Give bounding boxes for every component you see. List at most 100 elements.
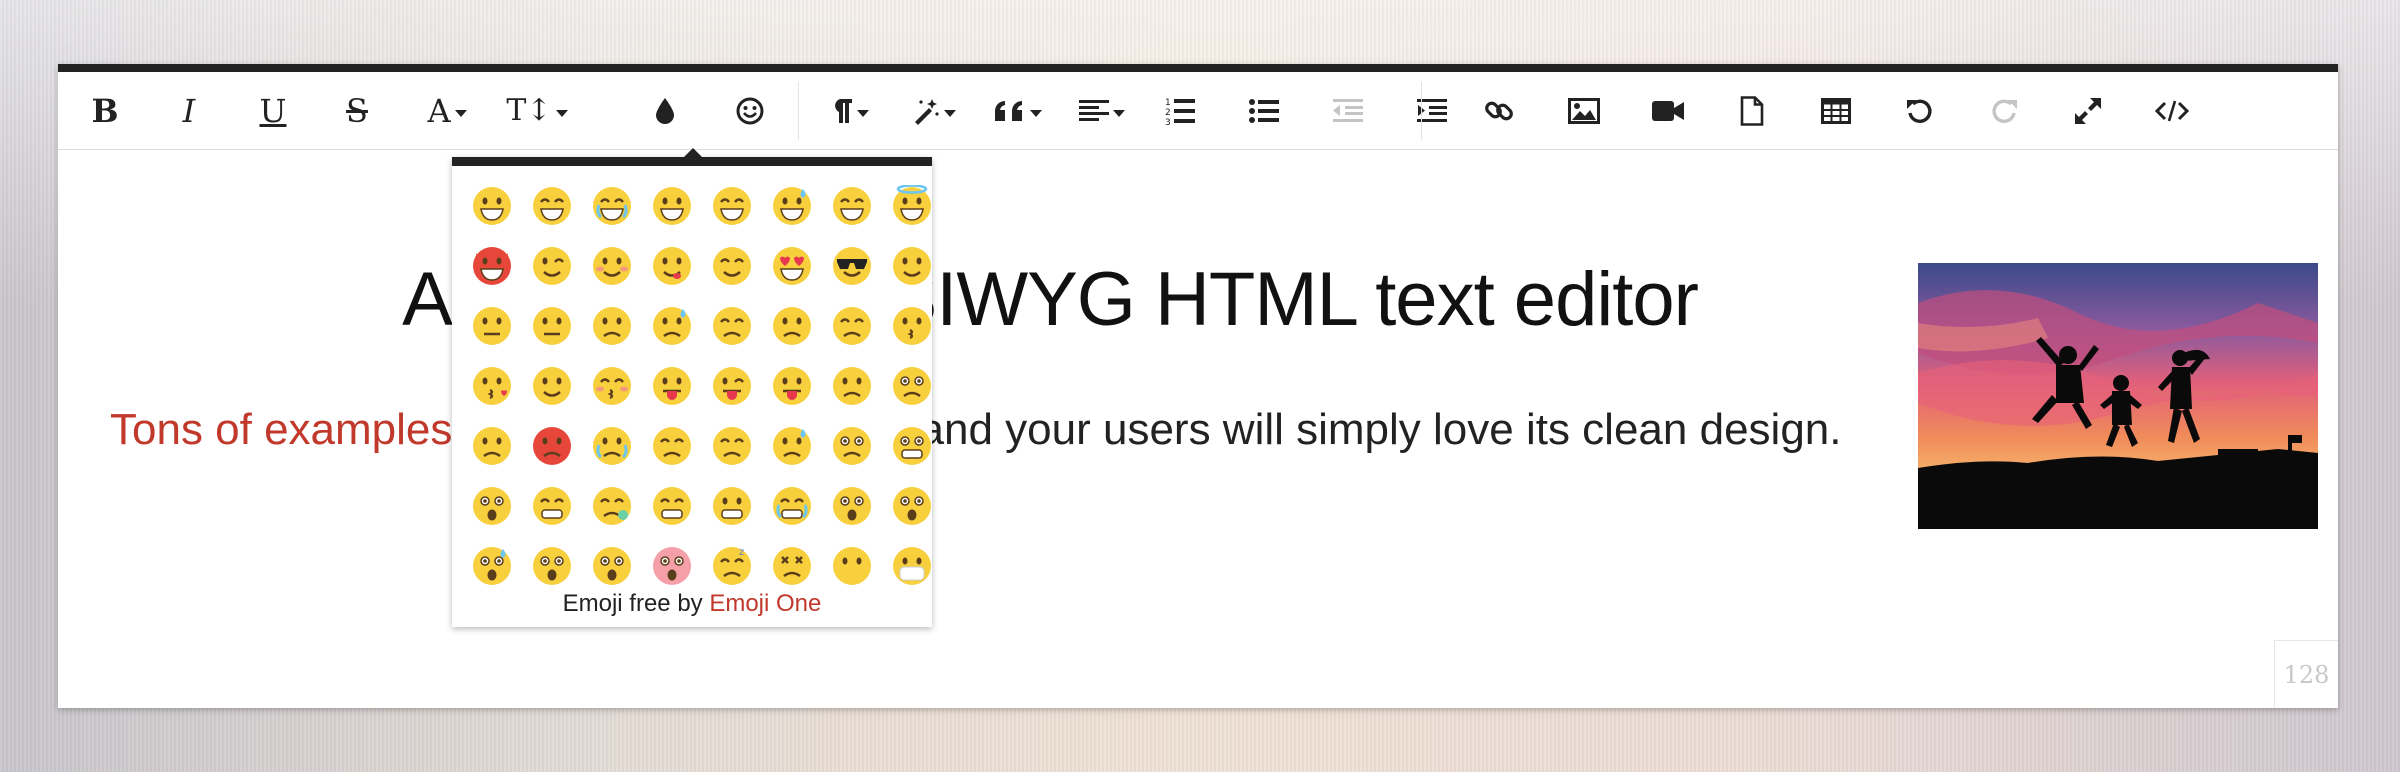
paragraph-style-button[interactable] xyxy=(898,84,970,138)
emoji-rage[interactable] xyxy=(522,416,582,476)
emoji-wink[interactable] xyxy=(522,236,582,296)
fullscreen-button[interactable] xyxy=(2056,84,2120,138)
paragraph-format-button[interactable] xyxy=(814,84,886,138)
redo-button[interactable] xyxy=(1972,84,2036,138)
emoji-grin[interactable] xyxy=(522,176,582,236)
emoji-smiling-imp[interactable] xyxy=(462,236,522,296)
editor-content-area[interactable]: A beautiful WYSIWYG HTML text editor Ton… xyxy=(58,150,2338,708)
emoji-angry[interactable] xyxy=(462,416,522,476)
anguished-icon xyxy=(893,427,931,465)
kissing-smiling-eyes-icon xyxy=(533,367,571,405)
emoji-blush[interactable] xyxy=(582,236,642,296)
character-counter: 128 xyxy=(2274,640,2338,708)
emoji-weary[interactable] xyxy=(522,476,582,536)
svg-text:z: z xyxy=(739,547,744,558)
emoji-sleeping[interactable]: z xyxy=(702,536,762,596)
font-family-button[interactable]: A xyxy=(411,84,483,138)
grin-icon xyxy=(533,187,571,225)
emoji-innocent[interactable] xyxy=(882,176,942,236)
mask-icon xyxy=(893,547,931,585)
strikethrough-button[interactable]: S xyxy=(325,84,389,138)
emoji-neutral-face[interactable] xyxy=(462,296,522,356)
emoji-stuck-out-tongue[interactable] xyxy=(642,356,702,416)
emoji-smiley[interactable] xyxy=(642,176,702,236)
emoji-triumph[interactable] xyxy=(702,416,762,476)
emoji-unamused[interactable] xyxy=(582,296,642,356)
emoji-yum[interactable] xyxy=(642,236,702,296)
color-button[interactable] xyxy=(633,84,697,138)
emoji-confounded[interactable] xyxy=(822,296,882,356)
emoji-astonished[interactable] xyxy=(582,536,642,596)
italic-button[interactable]: I xyxy=(157,84,221,138)
font-size-button[interactable]: T↕ xyxy=(496,84,578,138)
emoji-sweat-smile[interactable] xyxy=(762,176,822,236)
emoji-frowning[interactable] xyxy=(822,416,882,476)
outdent-button[interactable] xyxy=(1316,84,1380,138)
sob-icon xyxy=(773,487,811,525)
emoji-sleepy[interactable] xyxy=(582,476,642,536)
insert-table-button[interactable] xyxy=(1804,84,1868,138)
emoji-kissing-smiling-eyes[interactable] xyxy=(522,356,582,416)
astonished-icon xyxy=(593,547,631,585)
examples-link[interactable]: Tons of examples xyxy=(110,405,452,454)
blush-icon xyxy=(593,247,631,285)
smile-icon xyxy=(713,187,751,225)
sunset-jumping-people-image[interactable] xyxy=(1918,263,2318,529)
underline-button[interactable]: U xyxy=(241,84,305,138)
emoticons-button[interactable] xyxy=(718,84,782,138)
emoji-expressionless[interactable] xyxy=(522,296,582,356)
emoji-tired-face[interactable] xyxy=(642,476,702,536)
ordered-list-button[interactable]: 1 2 3 xyxy=(1148,84,1212,138)
emoji-fearful[interactable] xyxy=(462,476,522,536)
flushed-icon xyxy=(653,547,691,585)
emoji-flushed[interactable] xyxy=(642,536,702,596)
emoji-kissing-heart[interactable] xyxy=(462,356,522,416)
emoji-kissing[interactable] xyxy=(882,296,942,356)
emoji-cry[interactable] xyxy=(582,416,642,476)
emoji-open-mouth[interactable] xyxy=(822,476,882,536)
emoji-heart-eyes[interactable] xyxy=(762,236,822,296)
emoji-sunglasses[interactable] xyxy=(822,236,882,296)
emoji-smirk[interactable] xyxy=(882,236,942,296)
emoji-kissing-closed-eyes[interactable] xyxy=(582,356,642,416)
emoji-smile[interactable] xyxy=(702,176,762,236)
bold-button[interactable]: B xyxy=(73,84,137,138)
laughing-icon xyxy=(833,187,871,225)
emoji-grimacing[interactable] xyxy=(702,476,762,536)
smiling-imp-icon xyxy=(473,247,511,285)
insert-image-button[interactable] xyxy=(1552,84,1616,138)
emoji-anguished[interactable] xyxy=(882,416,942,476)
tired-face-icon xyxy=(653,487,691,525)
emoji-stuck-out-tongue-closed-eyes[interactable] xyxy=(762,356,822,416)
emoji-hushed[interactable] xyxy=(882,476,942,536)
emoji-disappointed[interactable] xyxy=(822,356,882,416)
insert-link-button[interactable] xyxy=(1467,84,1531,138)
emoji-mask[interactable] xyxy=(882,536,942,596)
indent-button[interactable] xyxy=(1400,84,1464,138)
emoji-confused[interactable] xyxy=(762,296,822,356)
emoji-cold-sweat[interactable] xyxy=(462,536,522,596)
emoji-persevere[interactable] xyxy=(642,416,702,476)
unordered-list-button[interactable] xyxy=(1232,84,1296,138)
emoji-sob[interactable] xyxy=(762,476,822,536)
emoji-joy[interactable] xyxy=(582,176,642,236)
emoji-scream[interactable] xyxy=(522,536,582,596)
emoji-one-link[interactable]: Emoji One xyxy=(709,590,821,617)
emoji-laughing[interactable] xyxy=(822,176,882,236)
emoji-no-mouth[interactable] xyxy=(822,536,882,596)
emoji-worried[interactable] xyxy=(882,356,942,416)
insert-file-button[interactable] xyxy=(1720,84,1784,138)
align-button[interactable] xyxy=(1066,84,1138,138)
quote-button[interactable] xyxy=(982,84,1054,138)
emoji-sweat[interactable] xyxy=(642,296,702,356)
emoji-stuck-out-tongue-winking-eye[interactable] xyxy=(702,356,762,416)
code-view-button[interactable] xyxy=(2140,84,2204,138)
emoji-grinning[interactable] xyxy=(462,176,522,236)
emoji-disappointed-relieved[interactable] xyxy=(762,416,822,476)
emoji-pensive[interactable] xyxy=(702,296,762,356)
emoji-relieved[interactable] xyxy=(702,236,762,296)
ordered-list-icon: 1 2 3 xyxy=(1165,98,1195,126)
insert-video-button[interactable] xyxy=(1636,84,1700,138)
undo-button[interactable] xyxy=(1888,84,1952,138)
emoji-dizzy-face[interactable] xyxy=(762,536,822,596)
